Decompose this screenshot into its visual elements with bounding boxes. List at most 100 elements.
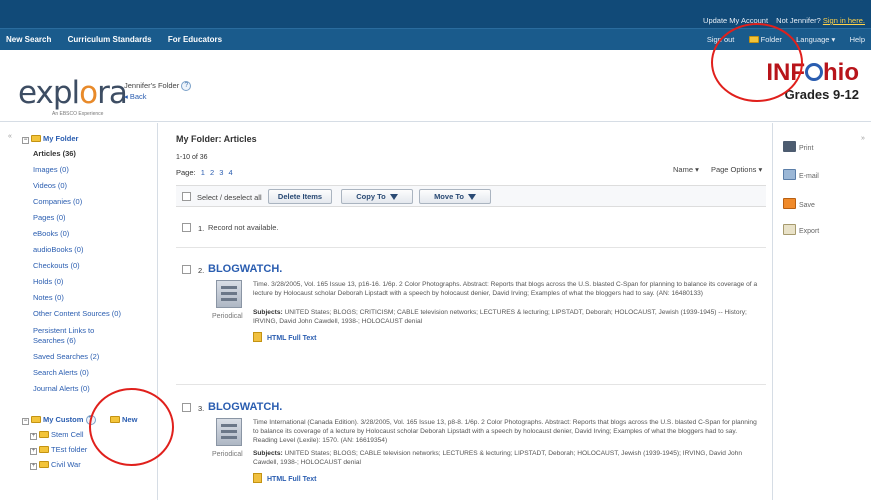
collapse-left-icon[interactable]: « xyxy=(8,133,12,140)
sidebar-item-pages[interactable]: Pages (0) xyxy=(33,213,66,222)
sidebar-item-notes[interactable]: Notes (0) xyxy=(33,293,64,302)
explora-logo[interactable]: explora xyxy=(18,75,128,111)
grades-label: Grades 9-12 xyxy=(784,87,859,102)
periodical-icon[interactable] xyxy=(216,280,242,308)
nav-curriculum-standards[interactable]: Curriculum Standards xyxy=(68,35,152,44)
delete-items-button[interactable]: Delete Items xyxy=(268,189,332,204)
record-checkbox[interactable] xyxy=(182,265,191,274)
sign-in-link[interactable]: Sign in here. xyxy=(823,16,865,25)
sidebar-item-ebooks[interactable]: eBooks (0) xyxy=(33,229,69,238)
folder-icon xyxy=(31,135,41,142)
page-title: My Folder: Articles xyxy=(176,134,257,144)
tools-panel: » Print E-mail Save Export xyxy=(772,123,871,500)
expand-icon[interactable]: − xyxy=(22,137,29,144)
page-options-dropdown[interactable]: Page Options ▾ xyxy=(711,165,762,174)
result-record: 3. BLOGWATCH. Periodical Time Internatio… xyxy=(176,401,766,500)
select-all-label: Select / deselect all xyxy=(197,193,262,202)
help-icon[interactable]: ? xyxy=(181,81,192,91)
result-count: 1-10 of 36 xyxy=(176,154,208,161)
sidebar-item-persistent-links[interactable]: Persistent Links to xyxy=(33,326,94,335)
record-checkbox[interactable] xyxy=(182,223,191,232)
html-full-text-link[interactable]: HTML Full Text xyxy=(253,332,317,342)
top-utility-bar: Update My Account Not Jennifer? Sign in … xyxy=(0,0,871,28)
html-full-text-link[interactable]: HTML Full Text xyxy=(253,473,317,483)
sidebar-item-videos[interactable]: Videos (0) xyxy=(33,181,67,190)
select-all-checkbox[interactable] xyxy=(182,192,191,201)
record-subjects: Subjects: UNITED States; BLOGS; CRITICIS… xyxy=(253,309,747,325)
page-link[interactable]: 2 xyxy=(210,168,214,177)
page-link[interactable]: 1 xyxy=(201,168,205,177)
save-icon xyxy=(783,198,796,209)
sidebar-item-search-alerts[interactable]: Search Alerts (0) xyxy=(33,368,89,377)
collapse-right-icon[interactable]: » xyxy=(861,135,865,142)
record-number: 2. xyxy=(198,266,205,275)
expand-icon[interactable]: + xyxy=(30,448,37,455)
back-link[interactable]: ◂ Back xyxy=(124,92,147,101)
full-text-icon xyxy=(253,332,262,342)
periodical-icon[interactable] xyxy=(216,418,242,446)
sort-options: Name ▾ Page Options ▾ xyxy=(663,165,762,174)
expand-icon[interactable]: + xyxy=(30,463,37,470)
expand-icon[interactable]: − xyxy=(22,418,29,425)
record-number: 3. xyxy=(198,404,205,413)
email-icon xyxy=(783,169,796,180)
pagination: Page: 1 2 3 4 xyxy=(176,168,233,177)
sort-dropdown[interactable]: Name ▾ xyxy=(673,165,699,174)
record-title-link[interactable]: BLOGWATCH. xyxy=(208,263,282,275)
record-title-link[interactable]: BLOGWATCH. xyxy=(208,401,282,413)
help-link[interactable]: Help xyxy=(850,35,865,44)
logo-subtitle: An EBSCO Experience xyxy=(52,111,104,117)
move-to-button[interactable]: Move To xyxy=(419,189,491,204)
sidebar-item-saved-searches[interactable]: Saved Searches (2) xyxy=(33,352,99,361)
sidebar-item-audiobooks[interactable]: audioBooks (0) xyxy=(33,245,83,254)
account-links: Update My Account Not Jennifer? Sign in … xyxy=(703,16,865,25)
folder-toolbar: Select / deselect all Delete Items Copy … xyxy=(176,185,766,207)
full-text-icon xyxy=(253,473,262,483)
sidebar-item-checkouts[interactable]: Checkouts (0) xyxy=(33,261,80,270)
nav-new-search[interactable]: New Search xyxy=(6,35,51,44)
result-record: 2. BLOGWATCH. Periodical Time. 3/28/2005… xyxy=(176,263,766,383)
custom-folder-item[interactable]: + TEst folder xyxy=(30,445,87,455)
copy-to-button[interactable]: Copy To xyxy=(341,189,413,204)
annotation-circle-new xyxy=(89,388,174,466)
custom-folder-item[interactable]: + Civil War xyxy=(30,460,81,470)
results-panel: My Folder: Articles 1-10 of 36 Page: 1 2… xyxy=(176,123,766,500)
not-user-link[interactable]: Not Jennifer? xyxy=(776,16,821,25)
expand-icon[interactable]: + xyxy=(30,433,37,440)
dropdown-arrow-icon xyxy=(389,194,398,200)
infohio-swirl-icon xyxy=(805,63,823,81)
record-unavailable: Record not available. xyxy=(208,223,279,232)
my-folder-heading[interactable]: − My Folder xyxy=(22,134,78,144)
nav-left: New Search Curriculum Standards For Educ… xyxy=(6,35,236,44)
nav-for-educators[interactable]: For Educators xyxy=(168,35,222,44)
sidebar-item-holds[interactable]: Holds (0) xyxy=(33,277,63,286)
print-tool[interactable]: Print xyxy=(783,141,813,152)
save-tool[interactable]: Save xyxy=(783,198,815,209)
custom-folder-item[interactable]: + Stem Cell xyxy=(30,430,84,440)
export-icon xyxy=(783,224,796,235)
folder-icon xyxy=(39,431,49,438)
record-abstract: Time International (Canada Edition). 3/2… xyxy=(253,419,757,444)
email-tool[interactable]: E-mail xyxy=(783,169,819,180)
record-abstract: Time. 3/28/2005, Vol. 165 Issue 13, p16-… xyxy=(253,281,758,297)
dropdown-arrow-icon xyxy=(467,194,476,200)
sidebar-item-journal-alerts[interactable]: Journal Alerts (0) xyxy=(33,384,90,393)
sidebar-item-articles[interactable]: Articles (36) xyxy=(33,149,76,158)
language-menu[interactable]: Language ▾ xyxy=(796,35,835,44)
divider xyxy=(176,384,766,385)
page-link[interactable]: 3 xyxy=(219,168,223,177)
folder-icon xyxy=(39,461,49,468)
publication-type: Periodical xyxy=(212,451,243,458)
folder-icon xyxy=(31,416,41,423)
sidebar-item-other-content[interactable]: Other Content Sources (0) xyxy=(33,309,121,318)
page-link[interactable]: 4 xyxy=(229,168,233,177)
printer-icon xyxy=(783,141,796,152)
record-checkbox[interactable] xyxy=(182,403,191,412)
sidebar-item-companies[interactable]: Companies (0) xyxy=(33,197,82,206)
sidebar-item-persistent-searches[interactable]: Searches (6) xyxy=(33,336,76,345)
export-tool[interactable]: Export xyxy=(783,224,819,235)
publication-type: Periodical xyxy=(212,313,243,320)
sidebar-item-images[interactable]: Images (0) xyxy=(33,165,69,174)
record-number: 1. xyxy=(198,224,205,233)
my-custom-heading[interactable]: − My Custom ? xyxy=(22,415,96,425)
